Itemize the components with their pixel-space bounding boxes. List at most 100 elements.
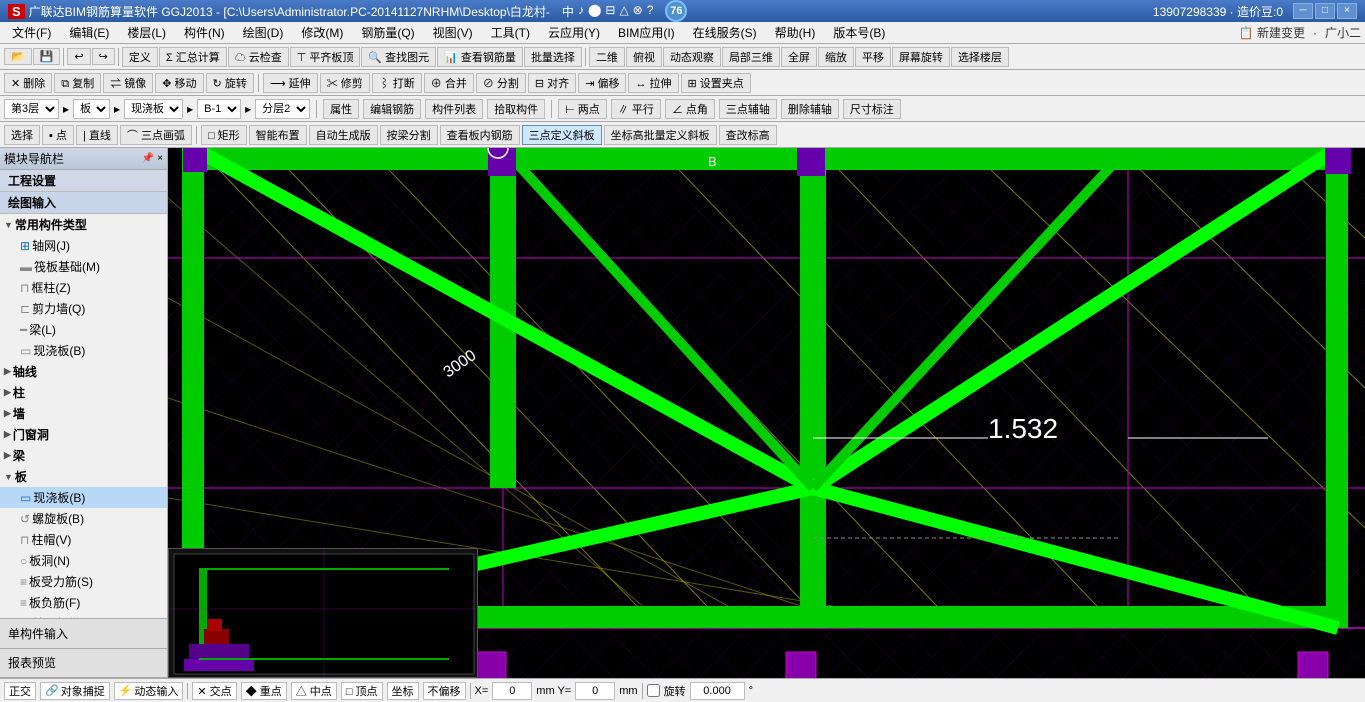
btn-point-tool[interactable]: ▪ 点 <box>42 125 74 145</box>
rotate-input[interactable] <box>690 682 745 700</box>
sidebar-item-col-cap[interactable]: ⊓ 柱帽(V) <box>0 529 167 550</box>
maximize-button[interactable]: □ <box>1315 3 1335 19</box>
btn-redo[interactable]: ↪ <box>92 48 115 65</box>
sidebar-group-common[interactable]: ▼ 常用构件类型 <box>0 214 167 235</box>
btn-save[interactable]: 💾 <box>33 48 61 65</box>
y-input[interactable] <box>575 682 615 700</box>
menu-help[interactable]: 帮助(H) <box>767 22 824 43</box>
status-dynamic[interactable]: ⚡ 动态输入 <box>114 682 184 700</box>
sidebar-item-axis[interactable]: ⊞ 轴网(J) <box>0 235 167 256</box>
sidebar-item-column[interactable]: ⊓ 框柱(Z) <box>0 277 167 298</box>
sidebar-item-draw-input[interactable]: 绘图输入 <box>0 192 167 214</box>
sidebar-item-beam[interactable]: ━ 梁(L) <box>0 319 167 340</box>
btn-delete[interactable]: ✕ 删除 <box>4 73 52 93</box>
close-button[interactable]: × <box>1337 3 1357 19</box>
btn-rect-tool[interactable]: □ 矩形 <box>201 125 247 145</box>
btn-property[interactable]: 属性 <box>323 99 359 119</box>
status-ortho[interactable]: 正交 <box>4 682 36 700</box>
sidebar-item-spiral-slab[interactable]: ↺ 螺旋板(B) <box>0 508 167 529</box>
btn-smart-layout[interactable]: 智能布置 <box>249 125 307 145</box>
btn-line-tool[interactable]: | 直线 <box>76 125 118 145</box>
floor-select[interactable]: 第3层 <box>4 99 59 119</box>
x-input[interactable] <box>492 682 532 700</box>
status-intersection[interactable]: ✕ 交点 <box>192 682 236 700</box>
menu-bim[interactable]: BIM应用(I) <box>610 22 683 43</box>
btn-dim[interactable]: 尺寸标注 <box>843 99 901 119</box>
sidebar-group-col[interactable]: ▶ 柱 <box>0 382 167 403</box>
btn-view-height[interactable]: 查改标高 <box>719 125 777 145</box>
btn-batch[interactable]: 批量选择 <box>524 47 582 67</box>
canvas-area[interactable]: 1.532 .690 .690 3000 B A 1 2 <box>168 148 1365 678</box>
btn-align-top[interactable]: ⊤ 平齐板顶 <box>290 47 361 67</box>
status-endpoint[interactable]: ◆ 重点 <box>241 682 287 700</box>
menu-rebar[interactable]: 钢筋量(Q) <box>353 22 422 43</box>
btn-mirror[interactable]: ⇌ 镜像 <box>103 73 153 93</box>
sidebar-group-beam[interactable]: ▶ 梁 <box>0 445 167 466</box>
sidebar-group-opening[interactable]: ▶ 门窗洞 <box>0 424 167 445</box>
sidebar-item-shear-wall[interactable]: ⊏ 剪力墙(Q) <box>0 298 167 319</box>
status-vertex[interactable]: □ 顶点 <box>341 682 383 700</box>
sidebar-item-slab-hole[interactable]: ○ 板洞(N) <box>0 550 167 571</box>
btn-grip[interactable]: ⊞ 设置夹点 <box>681 73 751 93</box>
btn-calc[interactable]: Σ 汇总计算 <box>159 47 227 67</box>
status-snap[interactable]: 🔗 对象捕捉 <box>40 682 110 700</box>
btn-dynamic[interactable]: 动态观察 <box>663 47 721 67</box>
btn-fullscreen[interactable]: 全屏 <box>781 47 817 67</box>
btn-move[interactable]: ✥ 移动 <box>155 73 203 93</box>
btn-split-beam[interactable]: 按梁分割 <box>380 125 438 145</box>
sidebar-group-slab[interactable]: ▼ 板 <box>0 466 167 487</box>
btn-two-point[interactable]: ⊢ 两点 <box>558 99 607 119</box>
menu-tools[interactable]: 工具(T) <box>483 22 538 43</box>
sidebar-item-cast-slab[interactable]: ▭ 现浇板(B) <box>0 487 167 508</box>
btn-find[interactable]: 🔍 查找图元 <box>361 47 436 67</box>
btn-top-view[interactable]: 俯视 <box>626 47 662 67</box>
btn-merge[interactable]: ⊕ 合并 <box>424 73 474 93</box>
menu-floor[interactable]: 楼层(L) <box>119 22 174 43</box>
btn-view-rebar[interactable]: 📊 查看钢筋量 <box>437 47 523 67</box>
btn-rotate[interactable]: 屏幕旋转 <box>892 47 950 67</box>
sidebar-item-tension-rebar[interactable]: ≡ 板受力筋(S) <box>0 571 167 592</box>
btn-arc-tool[interactable]: ⌒ 三点画弧 <box>120 125 192 145</box>
btn-cloud-check[interactable]: ☁ 云检查 <box>228 47 289 67</box>
btn-define[interactable]: 定义 <box>122 47 158 67</box>
btn-extend[interactable]: ⟶ 延伸 <box>263 73 318 93</box>
layer-select[interactable]: 分层2 <box>255 99 310 119</box>
menu-file[interactable]: 文件(F) <box>4 22 59 43</box>
btn-undo[interactable]: ↩ <box>67 48 90 65</box>
btn-offset[interactable]: ⇥ 偏移 <box>578 73 626 93</box>
status-no-offset[interactable]: 不偏移 <box>423 682 466 700</box>
sidebar-item-project-settings[interactable]: 工程设置 <box>0 170 167 192</box>
gx-small[interactable]: 广小二 <box>1325 24 1361 41</box>
type-select[interactable]: 板 <box>73 99 110 119</box>
status-coord[interactable]: 坐标 <box>387 682 419 700</box>
single-component-btn[interactable]: 单构件输入 <box>0 619 167 649</box>
btn-split[interactable]: ⊘ 分割 <box>476 73 526 93</box>
minimize-button[interactable]: ─ <box>1293 3 1313 19</box>
menu-view[interactable]: 视图(V) <box>425 22 481 43</box>
sidebar-group-axis[interactable]: ▶ 轴线 <box>0 361 167 382</box>
btn-parallel[interactable]: ∥ 平行 <box>611 99 661 119</box>
btn-select-tool[interactable]: 选择 <box>4 125 40 145</box>
btn-align[interactable]: ⊟ 对齐 <box>528 73 576 93</box>
btn-angle[interactable]: ∠ 点角 <box>665 99 715 119</box>
btn-trim[interactable]: ✂ 修剪 <box>320 73 370 93</box>
report-preview-btn[interactable]: 报表预览 <box>0 649 167 679</box>
minimap[interactable] <box>168 548 478 678</box>
btn-del-axis[interactable]: 删除辅轴 <box>781 99 839 119</box>
sidebar-item-raft[interactable]: ▬ 筏板基础(M) <box>0 256 167 277</box>
btn-rotate2[interactable]: ↻ 旋转 <box>206 73 254 93</box>
btn-select-floor[interactable]: 选择楼层 <box>951 47 1009 67</box>
menu-cloud[interactable]: 云应用(Y) <box>540 22 608 43</box>
sidebar-item-neg-rebar[interactable]: ≡ 板负筋(F) <box>0 592 167 613</box>
sidebar-group-wall[interactable]: ▶ 墙 <box>0 403 167 424</box>
btn-view-slab-rebar[interactable]: 查看板内钢筋 <box>440 125 520 145</box>
btn-copy[interactable]: ⧉ 复制 <box>54 73 101 93</box>
rotate-checkbox[interactable] <box>647 684 660 697</box>
menu-modify[interactable]: 修改(M) <box>293 22 351 43</box>
btn-zoom[interactable]: 缩放 <box>818 47 854 67</box>
btn-pan[interactable]: 平移 <box>855 47 891 67</box>
btn-open[interactable]: 📂 <box>4 48 32 65</box>
menu-component[interactable]: 构件(N) <box>176 22 233 43</box>
menu-edit[interactable]: 编辑(E) <box>61 22 117 43</box>
menu-draw[interactable]: 绘图(D) <box>235 22 292 43</box>
